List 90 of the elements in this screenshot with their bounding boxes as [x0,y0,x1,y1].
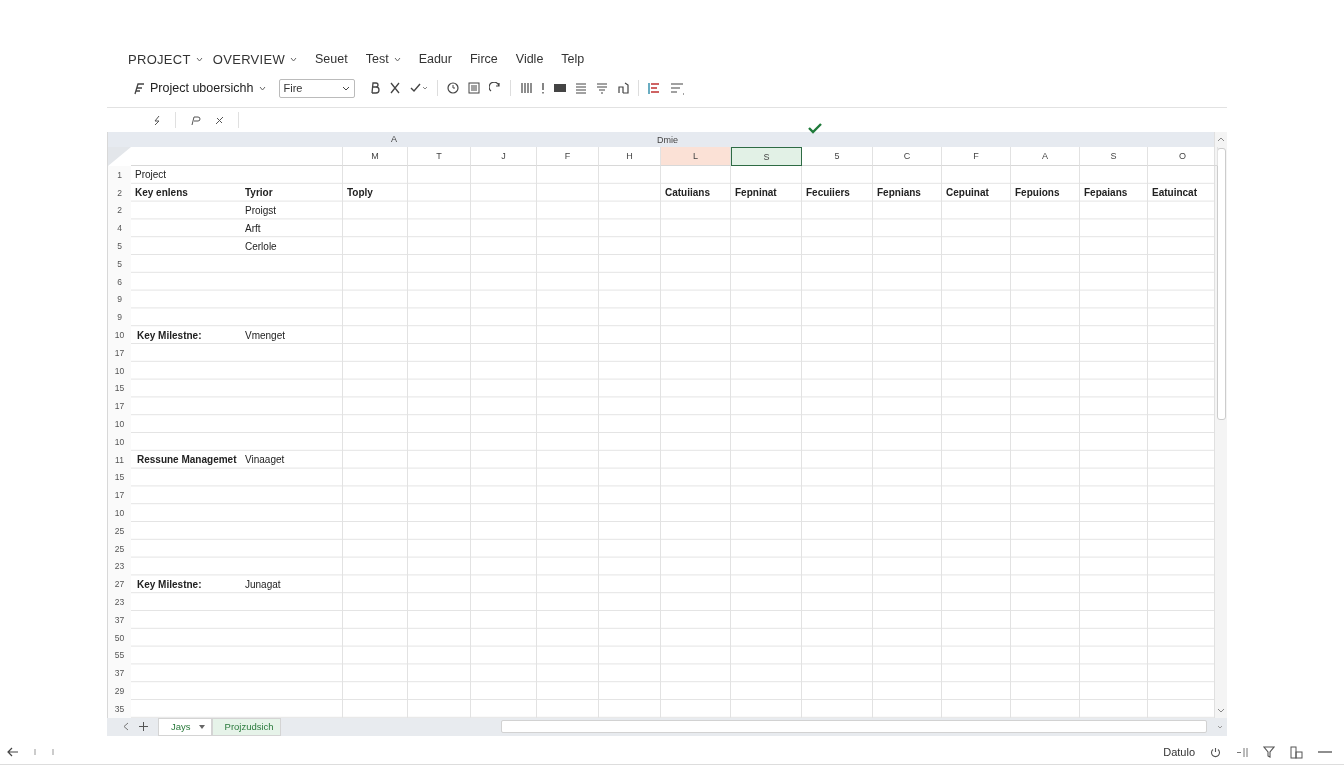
column-header[interactable]: S [731,147,802,166]
check-icon [808,123,822,134]
sort-icon[interactable] [669,81,684,95]
caret-icon [258,85,266,91]
table-cell: Fepninat [735,187,777,199]
status-label: Datulo [1163,746,1195,758]
menu-item[interactable]: Firce [470,49,498,69]
edit-icon[interactable] [190,114,201,126]
table-cell: Vinaaget [245,454,285,466]
row-number[interactable]: 9 [108,308,131,327]
scroll-thumb[interactable] [1216,148,1226,420]
row-number[interactable]: 23 [108,593,131,611]
row-number[interactable]: 4 [108,219,131,238]
table-cell: Key enlens [135,187,188,199]
table-cell: Cepuinat [946,187,989,199]
table-cell: Key Milestne: [137,329,202,341]
row-number[interactable]: 10 [108,415,131,433]
back-icon[interactable] [7,747,19,757]
exclamation-icon[interactable] [540,82,545,94]
menu-item[interactable]: Seuet [315,49,348,69]
horizontal-scrollbar[interactable] [500,720,1207,734]
column-header[interactable]: A [1011,147,1080,166]
previous-sheet-icon[interactable] [123,722,129,732]
table-cell: Cerlole [245,240,277,252]
column-group-label: Dmie [657,134,678,147]
scroll-up-icon[interactable] [1217,136,1225,142]
column-header[interactable]: C [873,147,942,166]
row-number[interactable]: 37 [108,664,131,683]
column-header[interactable]: F [537,147,599,166]
table-cell: Key Milestne: [137,578,202,590]
menu-item[interactable]: PROJECT [128,49,203,69]
table-cell: Catuiians [665,187,710,199]
column-header[interactable]: L [661,147,731,166]
workbook-dropdown[interactable]: Project uboersichh [132,81,266,95]
scroll-down-icon[interactable] [1217,707,1225,714]
menu-item[interactable]: OVERVIEW [212,49,297,69]
merge-icon[interactable] [616,82,629,94]
layout-icon[interactable] [1290,745,1303,759]
menu-item[interactable]: Eadur [418,49,452,69]
font-select[interactable]: Fire [278,78,355,98]
table-cell: Project [135,169,167,181]
table-cell: Proigst [245,205,277,216]
check-icon[interactable] [409,82,428,94]
refresh-icon[interactable] [488,82,501,94]
row-number[interactable]: 1 [108,166,131,184]
clock-icon[interactable] [446,82,459,94]
close-icon[interactable] [215,115,224,125]
power-icon[interactable] [1210,746,1221,758]
table-cell: Eatuincat [1152,187,1197,199]
vertical-scrollbar[interactable] [1214,132,1227,718]
table-cell: Fepnians [877,187,921,199]
column-header[interactable]: T [408,147,471,166]
menu-item[interactable]: Telp [561,49,585,69]
table-cell: Fecuiiers [806,187,850,199]
column-header[interactable]: 5 [802,147,873,166]
row-number[interactable]: 27 [108,575,131,594]
table-cell: Junagat [245,578,281,590]
align-icon[interactable] [574,82,587,94]
row-number[interactable]: 5 [108,237,131,255]
column-header[interactable]: S [1080,147,1148,166]
column-header[interactable]: J [471,147,537,166]
columns-icon[interactable] [519,82,532,94]
table-cell: Fepuions [1015,187,1060,199]
indent-icon[interactable] [647,81,661,95]
row-number[interactable]: 17 [108,486,131,505]
table-cell: Arft [245,222,261,234]
row-number[interactable]: 10 [108,504,131,522]
fill-icon[interactable] [553,83,566,93]
menu-item[interactable]: Test [365,49,401,69]
column-header[interactable]: M [343,147,408,166]
cut-icon[interactable] [388,82,401,94]
caret-icon [341,85,350,91]
split-icon[interactable] [1236,746,1248,758]
table-cell: Fepaians [1084,187,1128,199]
table-cell: Toply [347,187,373,199]
function-icon[interactable] [153,114,161,126]
menu-item[interactable]: Vidle [515,49,544,69]
row-number[interactable]: 10 [108,326,131,344]
column-header[interactable]: F [942,147,1011,166]
list-icon[interactable] [467,82,480,94]
add-sheet-icon[interactable] [139,722,148,732]
row-number[interactable]: 17 [108,397,131,416]
wrap-icon[interactable] [595,82,608,94]
filter-icon[interactable] [1263,746,1275,758]
row-number[interactable]: 29 [108,682,131,700]
format-icon [132,81,145,95]
column-group-label: A [391,133,397,146]
table-cell: Vmenget [245,329,286,341]
table-cell: Tyrior [245,187,273,199]
table-cell: Ressune Managemet [137,454,237,466]
